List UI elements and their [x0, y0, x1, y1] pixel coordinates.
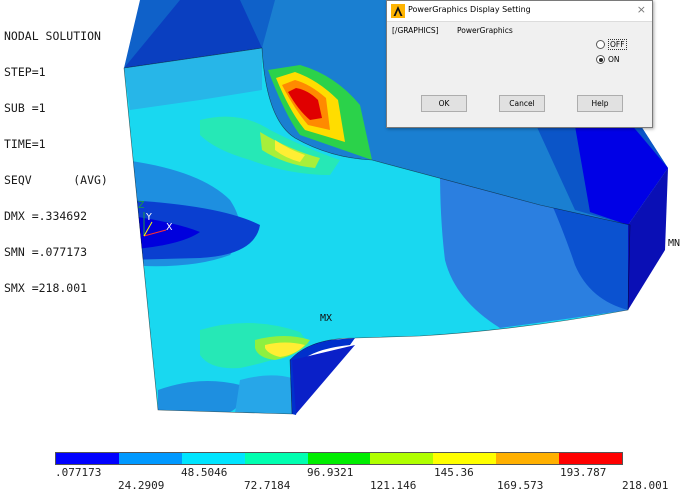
ok-button[interactable]: OK: [421, 95, 467, 112]
radio-on[interactable]: ON: [596, 55, 620, 64]
legend-label-bottom: 72.7184: [244, 479, 291, 492]
legend-label-top: 96.9321: [307, 466, 354, 479]
ansys-logo-icon: [391, 4, 405, 18]
legend-label-top: .077173: [55, 466, 102, 479]
max-marker: MX: [320, 313, 333, 324]
command-label: [/GRAPHICS]: [392, 26, 439, 35]
legend-label-bottom: 169.573: [497, 479, 544, 492]
radio-off-label[interactable]: OFF: [608, 39, 627, 50]
legend-color-band: [56, 453, 119, 464]
legend-label-top: 193.787: [560, 466, 607, 479]
close-icon[interactable]: ×: [637, 3, 646, 16]
legend-color-band: [370, 453, 434, 464]
radio-off-indicator[interactable]: [596, 40, 605, 49]
min-marker: MN: [668, 238, 681, 249]
cancel-button[interactable]: Cancel: [499, 95, 545, 112]
legend-label-bottom: 218.001: [622, 479, 669, 492]
legend-label-bottom: 121.146: [370, 479, 417, 492]
info-line: SMX =218.001: [4, 281, 88, 295]
legend-color-band: [307, 453, 371, 464]
contour-legend-bar: [55, 452, 623, 465]
legend-label-bottom: 24.2909: [118, 479, 165, 492]
radio-on-indicator[interactable]: [596, 55, 605, 64]
radio-on-label[interactable]: ON: [608, 55, 620, 64]
info-line: SEQV (AVG): [4, 173, 108, 187]
dialog-titlebar[interactable]: PowerGraphics Display Setting ×: [387, 1, 652, 22]
legend-label-top: 48.5046: [181, 466, 228, 479]
info-line: NODAL SOLUTION: [4, 29, 101, 43]
nodal-solution-info: NODAL SOLUTION STEP=1 SUB =1 TIME=1 SEQV…: [4, 6, 108, 306]
help-button[interactable]: Help: [577, 95, 623, 112]
info-line: SMN =.077173: [4, 245, 88, 259]
info-line: SUB =1: [4, 101, 46, 115]
legend-color-band: [559, 453, 623, 464]
legend-color-band: [244, 453, 308, 464]
legend-color-band: [496, 453, 560, 464]
legend-color-band: [433, 453, 497, 464]
axis-triad: Z Y X: [138, 200, 178, 240]
dialog-title: PowerGraphics Display Setting: [408, 5, 531, 14]
legend-color-band: [118, 453, 182, 464]
info-line: TIME=1: [4, 137, 46, 151]
triad-axes-icon: [143, 212, 167, 237]
legend-label-top: 145.36: [434, 466, 474, 479]
powergraphics-dialog: PowerGraphics Display Setting × [/GRAPHI…: [386, 0, 653, 128]
info-line: STEP=1: [4, 65, 46, 79]
setting-label: PowerGraphics: [457, 26, 513, 35]
info-line: DMX =.334692: [4, 209, 88, 223]
legend-color-band: [181, 453, 245, 464]
radio-off[interactable]: OFF: [596, 39, 627, 50]
